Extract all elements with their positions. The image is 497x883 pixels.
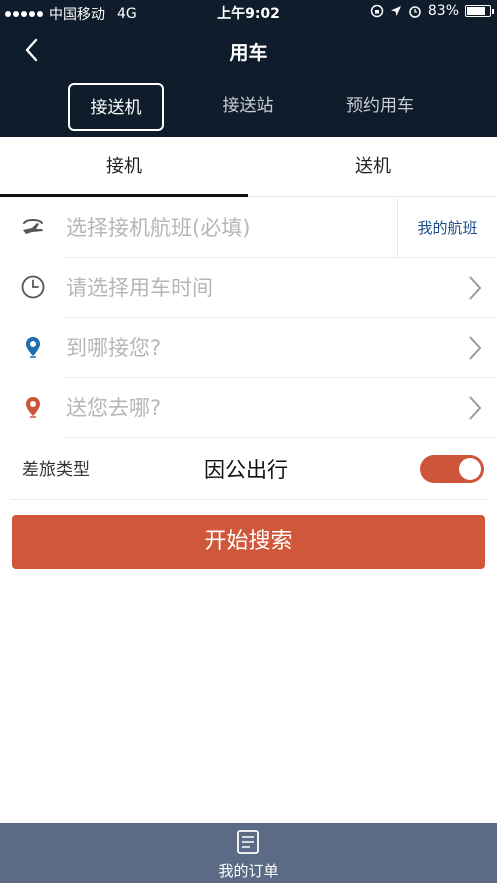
rotation-lock-icon <box>370 4 384 18</box>
tab-dropoff[interactable]: 送机 <box>249 137 497 197</box>
status-right: 83% <box>370 3 494 19</box>
pickup-row[interactable]: 到哪接您? <box>0 318 497 378</box>
toggle-knob <box>459 458 481 480</box>
tab-airport-transfer[interactable]: 接送机 <box>68 83 164 131</box>
tab-station-transfer[interactable]: 接送站 <box>200 83 296 131</box>
page-title: 用车 <box>229 42 268 64</box>
trip-type-row: 差旅类型 因公出行 <box>0 440 497 500</box>
start-search-button[interactable]: 开始搜索 <box>12 515 485 569</box>
trip-type-toggle[interactable] <box>420 455 484 483</box>
plane-icon <box>23 219 43 234</box>
order-list-icon <box>237 830 259 854</box>
tab-reserve-car[interactable]: 预约用车 <box>330 83 430 131</box>
divider <box>10 499 487 500</box>
time-input[interactable]: 请选择用车时间 <box>66 258 213 318</box>
bottom-bar[interactable]: 我的订单 <box>0 823 497 883</box>
location-pin-icon <box>26 397 40 418</box>
chevron-right-icon <box>469 276 482 300</box>
top-tab-bar: 接送机 接送站 预约用车 <box>0 83 497 131</box>
location-arrow-icon <box>390 6 401 16</box>
trip-type-value: 因公出行 <box>204 458 288 482</box>
tab-pickup[interactable]: 接机 <box>0 137 248 197</box>
dropoff-row[interactable]: 送您去哪? <box>0 378 497 438</box>
battery-icon <box>465 5 494 17</box>
time-row[interactable]: 请选择用车时间 <box>0 258 497 318</box>
chevron-right-icon <box>469 396 482 420</box>
navigation-bar: 用车 <box>0 24 497 76</box>
sub-tab-bar: 接机 送机 <box>0 137 497 197</box>
location-pin-icon <box>26 337 40 358</box>
divider <box>64 437 497 438</box>
status-bar: 中国移动 4G 上午9:02 83% <box>0 0 497 24</box>
trip-type-label: 差旅类型 <box>22 460 90 480</box>
my-flight-button[interactable]: 我的航班 <box>397 198 497 258</box>
app-header: 中国移动 4G 上午9:02 83% 用车 接送机 接送站 预约用车 <box>0 0 497 137</box>
flight-row[interactable]: 选择接机航班(必填) 我的航班 <box>0 198 497 258</box>
dropoff-input[interactable]: 送您去哪? <box>66 378 161 438</box>
chevron-right-icon <box>469 336 482 360</box>
battery-label: 83% <box>427 3 459 19</box>
alarm-icon <box>409 6 421 18</box>
flight-input[interactable]: 选择接机航班(必填) <box>66 198 250 258</box>
pickup-input[interactable]: 到哪接您? <box>66 318 161 378</box>
clock-icon <box>21 275 45 299</box>
my-orders-label[interactable]: 我的订单 <box>0 860 497 881</box>
